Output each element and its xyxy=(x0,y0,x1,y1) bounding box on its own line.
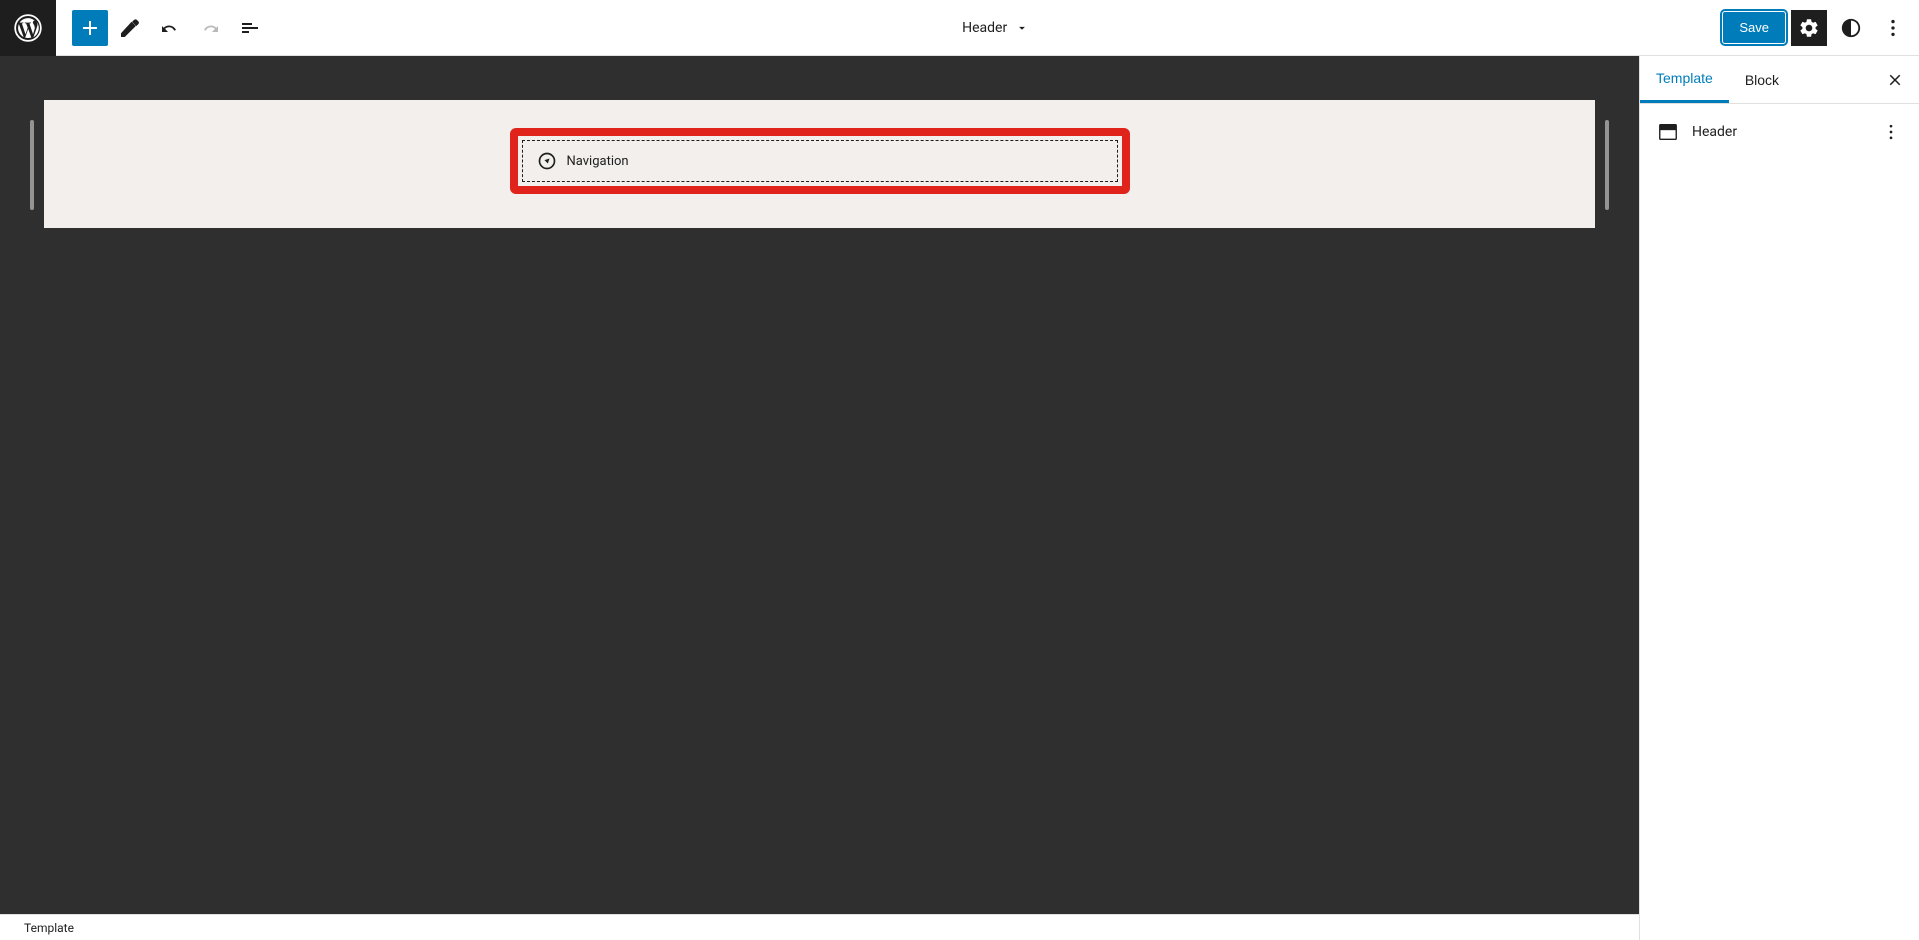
resize-handle-left[interactable] xyxy=(30,120,34,210)
toolbar-right: Save xyxy=(1723,10,1919,46)
chevron-down-icon xyxy=(1015,21,1029,35)
contrast-icon xyxy=(1840,17,1862,39)
template-actions-button[interactable] xyxy=(1879,120,1903,144)
save-button[interactable]: Save xyxy=(1723,12,1785,43)
resize-handle-right[interactable] xyxy=(1605,120,1609,210)
navigation-block-label: Navigation xyxy=(567,154,629,169)
header-template-block[interactable]: Navigation xyxy=(44,100,1595,228)
list-view-icon xyxy=(238,16,262,40)
template-name: Header xyxy=(1692,124,1867,140)
template-name-label: Header xyxy=(962,20,1007,36)
options-button[interactable] xyxy=(1875,10,1911,46)
tools-button[interactable] xyxy=(112,10,148,46)
undo-button[interactable] xyxy=(152,10,188,46)
list-view-button[interactable] xyxy=(232,10,268,46)
highlight-box: Navigation xyxy=(510,128,1130,194)
canvas-wrap: Navigation Template xyxy=(0,56,1639,940)
top-toolbar: Header Save xyxy=(0,0,1919,56)
template-selector[interactable]: Header xyxy=(952,14,1039,42)
settings-button[interactable] xyxy=(1791,10,1827,46)
plus-icon xyxy=(78,16,102,40)
more-vertical-icon xyxy=(1882,17,1904,39)
template-part-icon xyxy=(1656,120,1680,144)
styles-button[interactable] xyxy=(1833,10,1869,46)
tab-block[interactable]: Block xyxy=(1729,56,1795,103)
template-info-row: Header xyxy=(1656,120,1903,144)
close-icon xyxy=(1886,71,1904,89)
header-layout-icon xyxy=(1657,121,1679,143)
navigation-block-placeholder[interactable]: Navigation xyxy=(522,140,1118,182)
toolbar-buttons xyxy=(56,10,268,46)
sidebar-tabs: Template Block xyxy=(1640,56,1919,104)
main-area: Navigation Template Template Block xyxy=(0,56,1919,940)
undo-icon xyxy=(158,16,182,40)
redo-icon xyxy=(198,16,222,40)
pencil-icon xyxy=(118,16,142,40)
tab-template[interactable]: Template xyxy=(1640,56,1729,103)
editor-canvas[interactable]: Navigation xyxy=(0,56,1639,914)
close-sidebar-button[interactable] xyxy=(1879,64,1911,96)
breadcrumb-item[interactable]: Template xyxy=(24,921,74,935)
toolbar-left xyxy=(0,0,268,55)
settings-sidebar: Template Block Header xyxy=(1639,56,1919,940)
breadcrumb-footer: Template xyxy=(0,914,1639,940)
toolbar-center: Header xyxy=(268,14,1723,42)
wordpress-logo-button[interactable] xyxy=(0,0,56,56)
compass-icon xyxy=(537,151,557,171)
gear-icon xyxy=(1798,17,1820,39)
add-block-button[interactable] xyxy=(72,10,108,46)
more-vertical-icon xyxy=(1881,122,1901,142)
redo-button xyxy=(192,10,228,46)
wordpress-icon xyxy=(14,14,42,42)
sidebar-content: Header xyxy=(1640,104,1919,160)
